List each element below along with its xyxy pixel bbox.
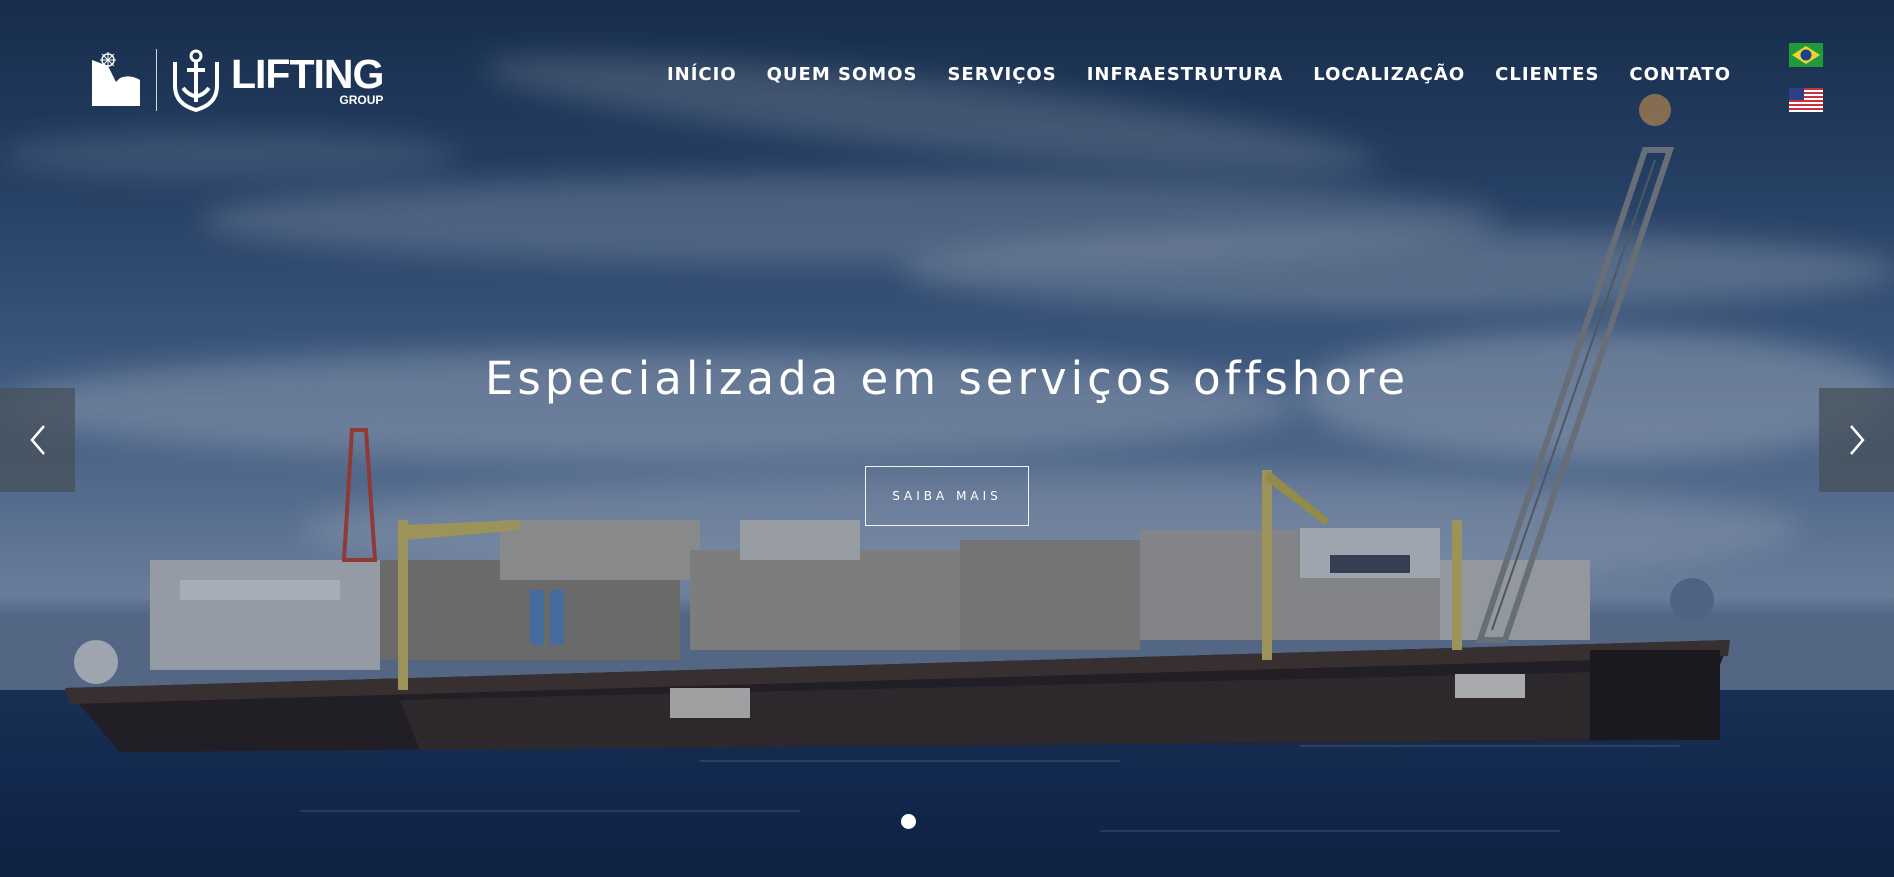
prev-slide-button[interactable]	[0, 388, 75, 492]
nav-item-contato[interactable]: CONTATO	[1629, 64, 1731, 85]
hero-overlay	[0, 0, 1894, 877]
nav-item-clientes[interactable]: CLIENTES	[1495, 64, 1599, 85]
chevron-right-icon	[1849, 425, 1865, 455]
next-slide-button[interactable]	[1819, 388, 1894, 492]
hero-headline: Especializada em serviços offshore	[484, 352, 1410, 405]
logo-text: LIFTING GROUP	[231, 51, 384, 107]
us-flag-icon[interactable]	[1789, 88, 1823, 112]
lifting-group-logo[interactable]: LIFTING GROUP	[90, 48, 384, 112]
brazil-flag-icon[interactable]	[1789, 43, 1823, 67]
slide-indicator-dot[interactable]	[901, 814, 916, 829]
nav-item-inicio[interactable]: INÍCIO	[667, 64, 737, 85]
saiba-mais-button[interactable]: SAIBA MAIS	[865, 466, 1029, 526]
main-nav: INÍCIO QUEM SOMOS SERVIÇOS INFRAESTRUTUR…	[637, 64, 1731, 85]
logo-divider	[156, 49, 157, 111]
company-mark-icon	[92, 52, 140, 106]
brand-name: LIFTING	[231, 51, 384, 97]
hero-slider: LIFTING GROUP INÍCIO QUEM SOMOS SERVIÇOS…	[0, 0, 1894, 877]
nav-item-servicos[interactable]: SERVIÇOS	[947, 64, 1056, 85]
anchor-shield-icon	[173, 49, 219, 112]
nav-item-quem-somos[interactable]: QUEM SOMOS	[767, 64, 918, 85]
chevron-left-icon	[29, 425, 45, 455]
nav-item-localizacao[interactable]: LOCALIZAÇÃO	[1313, 64, 1465, 85]
nav-item-infraestrutura[interactable]: INFRAESTRUTURA	[1087, 64, 1284, 85]
